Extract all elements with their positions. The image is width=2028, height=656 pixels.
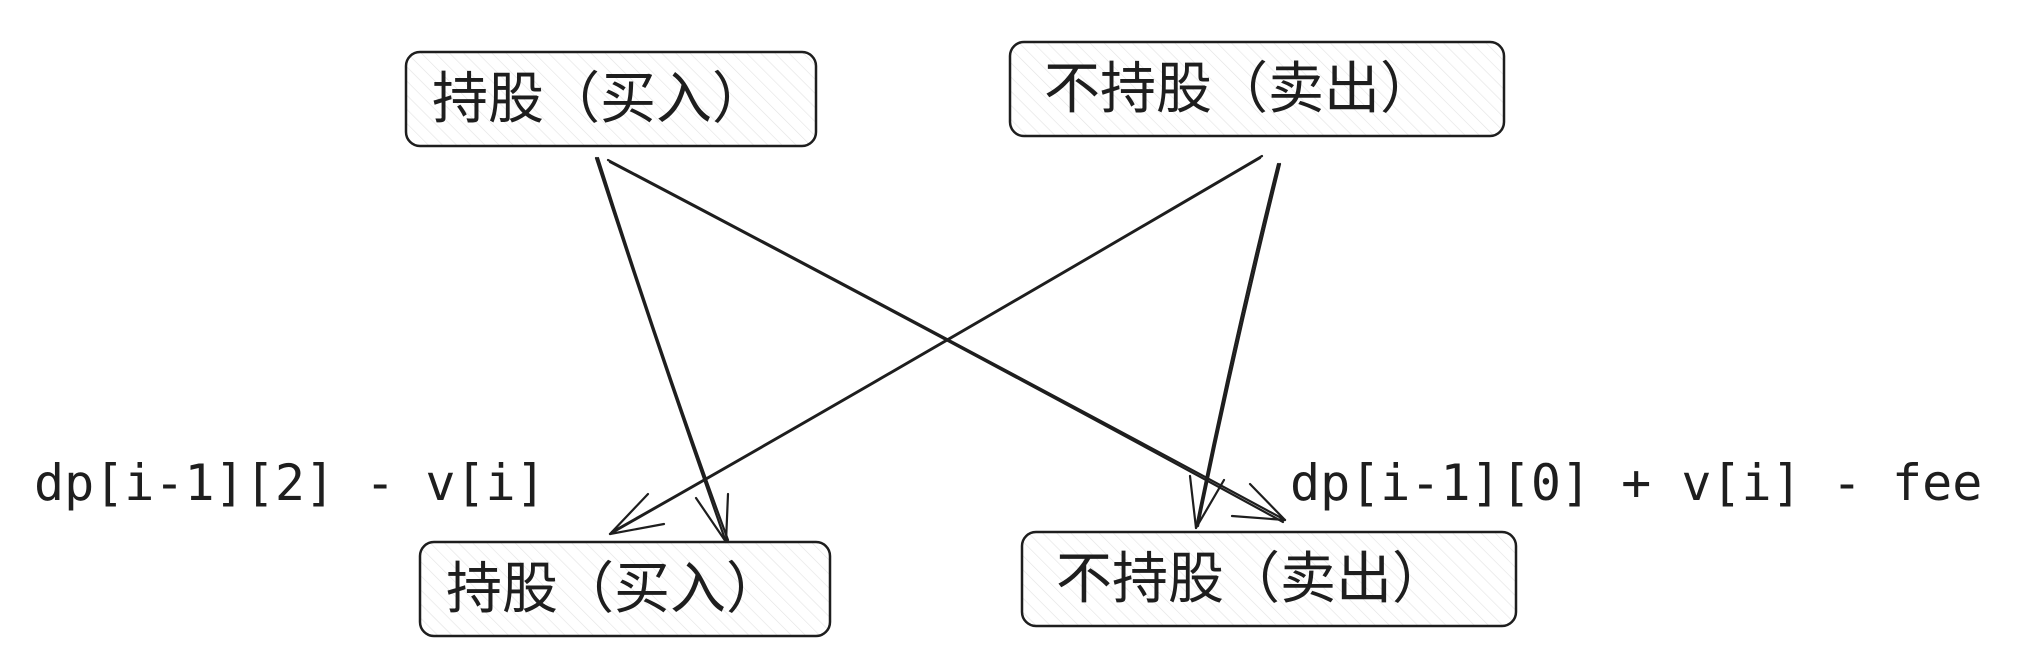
node-top-left-holding: 持股（买入） bbox=[404, 50, 818, 148]
node-bottom-left-holding: 持股（买入） bbox=[418, 540, 832, 638]
node-top-right-not-holding: 不持股（卖出） bbox=[1008, 40, 1506, 138]
node-bottom-right-not-holding: 不持股（卖出） bbox=[1020, 530, 1518, 628]
node-top-right-label: 不持股（卖出） bbox=[1044, 57, 1436, 122]
arrow-hold-to-hold bbox=[594, 156, 730, 544]
arrow-sell-to-sell bbox=[1188, 162, 1282, 530]
state-transition-diagram: 持股（买入） 不持股（卖出） 持股（买入） 不持股（卖出） dp[i-1][2]… bbox=[34, 40, 1982, 638]
node-top-left-label: 持股（买入） bbox=[432, 67, 768, 132]
node-bottom-right-label: 不持股（卖出） bbox=[1056, 547, 1448, 612]
formula-sell: dp[i-1][0] + v[i] - fee bbox=[1290, 454, 1982, 512]
node-bottom-left-label: 持股（买入） bbox=[446, 557, 782, 622]
formula-buy: dp[i-1][2] - v[i] bbox=[34, 454, 546, 512]
